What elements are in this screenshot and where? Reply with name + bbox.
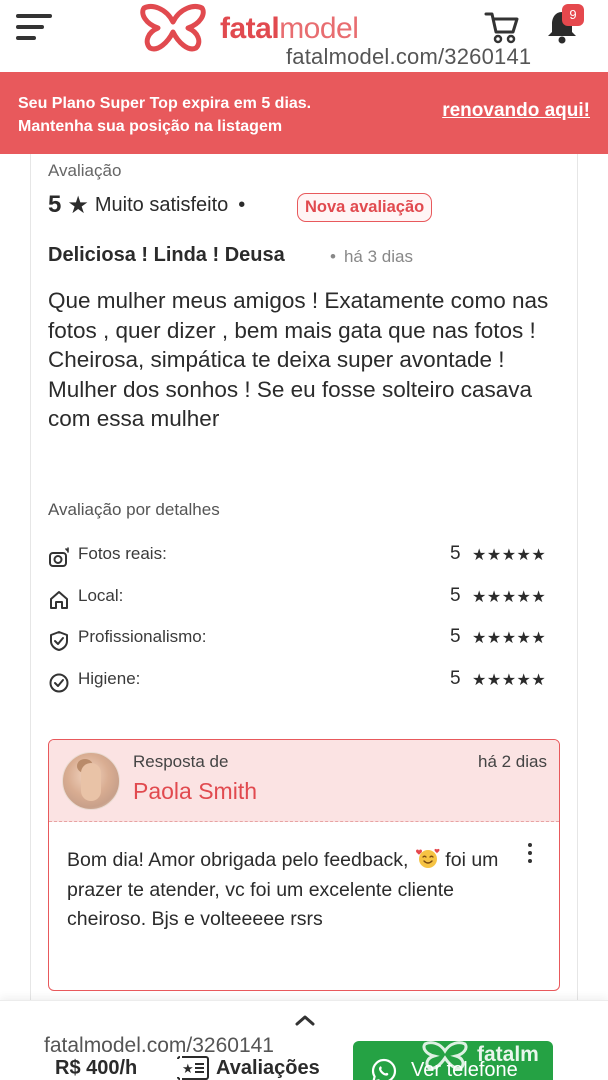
reviews-label: Avaliações	[216, 1056, 320, 1079]
detail-row-local: Local: 5 ★★★★★	[48, 585, 562, 616]
rating-score: 5	[48, 191, 62, 218]
detail-row-profissionalismo: Profissionalismo: 5 ★★★★★	[48, 626, 562, 657]
plan-expiry-banner: Seu Plano Super Top expira em 5 dias. Ma…	[0, 72, 608, 154]
response-label: Resposta de	[133, 752, 229, 771]
review-page: fatalmodel 9 fatalmodel.com/3260141 Seu …	[0, 0, 608, 1080]
detail-stars: ★★★★★	[472, 672, 547, 689]
shield-check-icon	[50, 631, 68, 651]
detail-stars: ★★★★★	[472, 589, 547, 606]
responder-name[interactable]: Paola Smith	[133, 778, 257, 805]
detail-label: Profissionalismo:	[78, 627, 207, 646]
response-timestamp: há 2 dias	[478, 752, 547, 771]
renew-link[interactable]: renovando aqui!	[442, 100, 590, 122]
details-heading: Avaliação por detalhes	[48, 500, 220, 519]
hamburger-menu-icon[interactable]	[16, 14, 54, 42]
reviews-list-icon: ★	[177, 1056, 209, 1080]
logo-wordmark: fatalmodel	[220, 12, 359, 45]
detail-stars: ★★★★★	[472, 547, 547, 564]
more-options-icon[interactable]	[525, 843, 535, 865]
owner-response: Resposta de Paola Smith há 2 dias Bom di…	[48, 739, 560, 991]
banner-message: Seu Plano Super Top expira em 5 dias. Ma…	[18, 95, 312, 135]
top-header: fatalmodel 9 fatalmodel.com/3260141	[0, 0, 608, 72]
review-title: Deliciosa ! Linda ! Deusa	[48, 244, 285, 266]
price-per-hour: R$ 400/h	[55, 1057, 138, 1079]
detail-label: Local:	[78, 586, 124, 605]
chevron-up-icon[interactable]	[294, 1013, 316, 1027]
detail-label: Higiene:	[78, 669, 141, 688]
avatar[interactable]	[62, 752, 120, 810]
detail-row-fotos-reais: Fotos reais: 5 ★★★★★	[48, 543, 562, 574]
detail-label: Fotos reais:	[78, 544, 167, 563]
detail-value: 5	[450, 668, 461, 689]
detail-value: 5	[450, 585, 461, 606]
butterfly-logo-icon	[140, 4, 206, 52]
review-timestamp: • há 3 dias	[330, 247, 413, 266]
star-icon: ★	[67, 191, 89, 219]
response-body: Bom dia! Amor obrigada pelo feedback, fo…	[67, 848, 499, 931]
review-body: Que mulher meus amigos ! Exatamente como…	[48, 288, 549, 432]
camera-icon	[49, 547, 69, 567]
view-phone-button[interactable]: fatalm Ver telefone	[353, 1041, 553, 1080]
reviews-button[interactable]: ★ Avaliações	[176, 1055, 320, 1080]
whatsapp-icon	[371, 1058, 397, 1080]
check-circle-icon	[49, 673, 69, 693]
smiling-face-with-hearts-icon	[415, 848, 440, 868]
view-phone-label: Ver telefone	[411, 1059, 518, 1080]
new-review-badge: Nova avaliação	[297, 193, 433, 222]
home-icon	[50, 591, 68, 609]
shopping-cart-icon[interactable]	[484, 10, 520, 44]
detail-stars: ★★★★★	[472, 630, 547, 647]
overall-rating: 5 ★ Muito satisfeito •	[48, 190, 245, 220]
detail-value: 5	[450, 626, 461, 647]
satisfaction-label: Muito satisfeito	[94, 193, 229, 216]
detail-row-higiene: Higiene: 5 ★★★★★	[48, 668, 562, 699]
response-header: Resposta de Paola Smith há 2 dias	[49, 740, 559, 822]
notification-count-badge: 9	[562, 4, 584, 26]
detail-value: 5	[450, 543, 461, 564]
svg-text:★: ★	[182, 1062, 194, 1077]
watermark-url: fatalmodel.com/3260141	[286, 44, 532, 69]
review-section-label: Avaliação	[48, 161, 122, 180]
separator-dot: •	[238, 193, 246, 216]
